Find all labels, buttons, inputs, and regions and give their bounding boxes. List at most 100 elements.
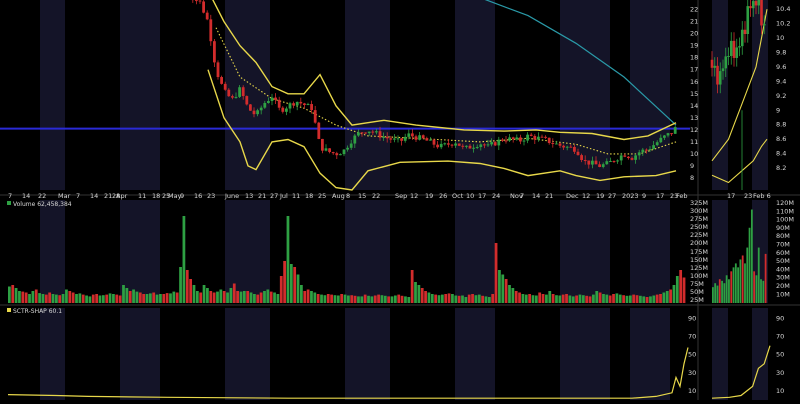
volume-bar bbox=[669, 290, 672, 304]
volume-tick-0: 325M bbox=[690, 199, 708, 207]
candle-down bbox=[278, 100, 281, 108]
inset-candle-up bbox=[738, 46, 741, 47]
volume-bar bbox=[414, 282, 417, 303]
inset-sctr-tick-10: 10 bbox=[776, 387, 784, 395]
candle-down bbox=[569, 147, 572, 148]
month-shade-vol-6 bbox=[630, 200, 670, 303]
volume-bar bbox=[511, 288, 514, 303]
candle-down bbox=[469, 146, 472, 149]
volume-bar bbox=[334, 295, 337, 303]
price-tick-14: 14 bbox=[690, 102, 698, 110]
volume-bar bbox=[394, 296, 397, 304]
volume-bar bbox=[461, 296, 464, 304]
price-tick-17: 17 bbox=[690, 66, 698, 74]
date-tick-4: 7 bbox=[76, 192, 80, 200]
candle-down bbox=[321, 139, 324, 151]
date-tick-30: 19 bbox=[425, 192, 433, 200]
inset-price-tick: 9.2 bbox=[776, 92, 786, 100]
inset-volume-bar bbox=[714, 283, 716, 303]
candle-down bbox=[433, 140, 436, 145]
candle-down bbox=[209, 19, 212, 41]
candle-up bbox=[497, 140, 500, 146]
volume-bar bbox=[55, 295, 58, 303]
volume-bar bbox=[122, 285, 125, 303]
price-tick-18: 18 bbox=[690, 54, 698, 62]
volume-bar bbox=[156, 295, 159, 303]
candle-up bbox=[256, 110, 259, 114]
volume-bar bbox=[397, 295, 400, 303]
inset-price-tick: 10.2 bbox=[776, 20, 790, 28]
volume-bar bbox=[347, 296, 350, 304]
volume-bar bbox=[344, 295, 347, 303]
volume-bar bbox=[99, 296, 102, 304]
candle-up bbox=[591, 161, 594, 165]
candle-up bbox=[307, 104, 310, 105]
inset-volume-bar bbox=[742, 255, 744, 303]
candle-down bbox=[292, 103, 295, 105]
volume-bar bbox=[92, 295, 95, 303]
date-tick-23: 25 bbox=[318, 192, 326, 200]
volume-bar bbox=[297, 275, 300, 304]
month-shade-sctr-3 bbox=[345, 308, 390, 400]
volume-bar bbox=[360, 296, 363, 303]
month-shade-sctr-4 bbox=[455, 308, 495, 400]
inset-volume-bar bbox=[712, 287, 714, 303]
sctr-tick-10: 10 bbox=[688, 387, 696, 395]
volume-bar bbox=[18, 291, 21, 303]
volume-bar bbox=[256, 295, 259, 303]
date-tick-16: June bbox=[224, 192, 239, 200]
volume-bar bbox=[626, 296, 629, 303]
volume-bar bbox=[300, 285, 303, 303]
price-tick-10: 10 bbox=[690, 150, 698, 158]
inset-volume-bar bbox=[762, 281, 764, 303]
candle-down bbox=[386, 137, 389, 138]
price-tick-9: 9 bbox=[690, 162, 694, 170]
volume-bar bbox=[65, 290, 68, 304]
month-shade-sctr-5 bbox=[560, 308, 610, 400]
inset-candle-up bbox=[746, 6, 749, 34]
inset-volume-bar bbox=[740, 259, 742, 303]
volume-bar bbox=[219, 290, 222, 304]
inset-price-tick: 9.8 bbox=[776, 49, 786, 57]
candle-up bbox=[443, 143, 446, 144]
volume-tick-4: 225M bbox=[690, 231, 708, 239]
candle-down bbox=[335, 153, 338, 155]
volume-bar bbox=[105, 295, 108, 303]
volume-legend-swatch bbox=[7, 201, 11, 205]
candle-up bbox=[663, 135, 666, 137]
volume-bar bbox=[370, 296, 373, 303]
volume-bar bbox=[636, 295, 639, 303]
volume-bar bbox=[115, 295, 118, 303]
date-tick-20: Jul bbox=[279, 192, 288, 200]
candle-down bbox=[580, 155, 583, 160]
inset-volume-bar bbox=[765, 254, 767, 303]
inset-price-tick: 10.4 bbox=[776, 5, 790, 13]
date-tick-44: 2023 bbox=[622, 192, 639, 200]
candle-up bbox=[325, 148, 328, 150]
volume-bar bbox=[431, 294, 434, 303]
candle-down bbox=[458, 144, 461, 146]
date-tick-18: 21 bbox=[258, 192, 266, 200]
candle-up bbox=[634, 155, 637, 160]
candle-up bbox=[472, 148, 475, 149]
date-tick-2: 22 bbox=[38, 192, 46, 200]
date-tick-24: Aug bbox=[332, 192, 345, 200]
candle-up bbox=[368, 132, 371, 134]
candle-down bbox=[379, 131, 382, 137]
candle-down bbox=[422, 135, 425, 138]
date-tick-29: 12 bbox=[410, 192, 418, 200]
price-tick-15: 15 bbox=[690, 90, 698, 98]
candle-down bbox=[231, 96, 234, 97]
candle-up bbox=[429, 140, 432, 141]
volume-bar bbox=[48, 293, 51, 304]
volume-bar bbox=[451, 294, 454, 303]
volume-bar bbox=[223, 291, 226, 303]
inset-volume-tick-11: 10M bbox=[776, 290, 790, 298]
candle-down bbox=[501, 140, 504, 141]
candle-up bbox=[537, 137, 540, 140]
volume-tick-8: 125M bbox=[690, 264, 708, 272]
candle-down bbox=[505, 140, 508, 141]
volume-bar bbox=[199, 293, 202, 304]
volume-bar bbox=[357, 296, 360, 303]
date-tick-5: 14 bbox=[90, 192, 98, 200]
